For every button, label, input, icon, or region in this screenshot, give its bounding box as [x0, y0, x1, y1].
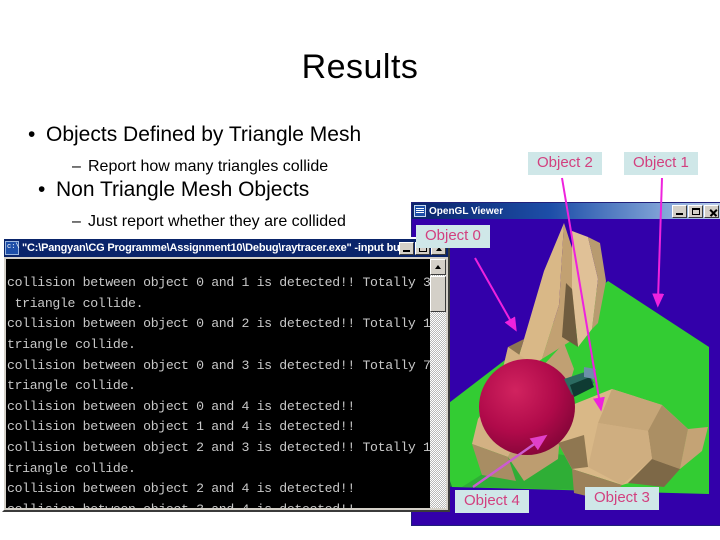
label-object-3: Object 3 [585, 487, 659, 510]
close-button[interactable] [704, 204, 719, 218]
bullet-marker: – [72, 213, 81, 230]
bullet-text: Non Triangle Mesh Objects [56, 178, 310, 201]
bullet-marker: – [72, 158, 81, 175]
opengl-viewer-window[interactable]: OpenGL Viewer [412, 203, 720, 525]
bullet-text: Just report whether they are collided [88, 213, 346, 230]
minimize-button[interactable] [672, 204, 687, 218]
bullet-text: Objects Defined by Triangle Mesh [46, 123, 362, 146]
minimize-icon [403, 249, 410, 252]
console-titlebar[interactable]: "C:\Pangyan\CG Programme\Assignment10\De… [4, 239, 448, 257]
label-object-4: Object 4 [455, 490, 529, 513]
console-window-title: "C:\Pangyan\CG Programme\Assignment10\De… [22, 242, 399, 254]
page-title: Results [301, 48, 419, 86]
bullet-text: Report how many triangles collide [88, 158, 329, 175]
console-minimize-button[interactable] [399, 241, 414, 255]
opengl-icon [414, 205, 426, 217]
console-output-text: collision between object 0 and 1 is dete… [7, 275, 446, 508]
console-icon [5, 241, 20, 255]
console-vertical-scrollbar[interactable] [430, 259, 446, 508]
scroll-up-button[interactable] [430, 259, 446, 275]
opengl-render-canvas[interactable] [412, 219, 720, 525]
label-object-1: Object 1 [624, 152, 698, 175]
label-object-2: Object 2 [528, 152, 602, 175]
opengl-viewer-title: OpenGL Viewer [429, 205, 504, 217]
bullet-level2-report-collided: – Just report whether they are collided [72, 213, 346, 231]
bullet-level1-objects-triangle-mesh: • Objects Defined by Triangle Mesh [28, 123, 361, 147]
console-output-area[interactable]: collision between object 0 and 1 is dete… [6, 259, 446, 508]
label-object-0: Object 0 [416, 225, 490, 248]
scrollbar-thumb[interactable] [430, 276, 446, 312]
3d-scene [412, 219, 720, 525]
console-window[interactable]: "C:\Pangyan\CG Programme\Assignment10\De… [2, 237, 450, 512]
sphere-object4 [479, 359, 575, 455]
close-icon [711, 208, 713, 217]
opengl-viewer-titlebar[interactable]: OpenGL Viewer [412, 203, 720, 219]
maximize-button[interactable] [688, 204, 703, 218]
minimize-icon [676, 212, 683, 215]
bullet-level1-non-triangle-mesh: • Non Triangle Mesh Objects [38, 178, 309, 202]
bullet-level2-report-triangles: – Report how many triangles collide [72, 158, 328, 176]
bullet-marker: • [38, 178, 46, 201]
maximize-icon [692, 207, 700, 215]
bullet-marker: • [28, 123, 36, 146]
